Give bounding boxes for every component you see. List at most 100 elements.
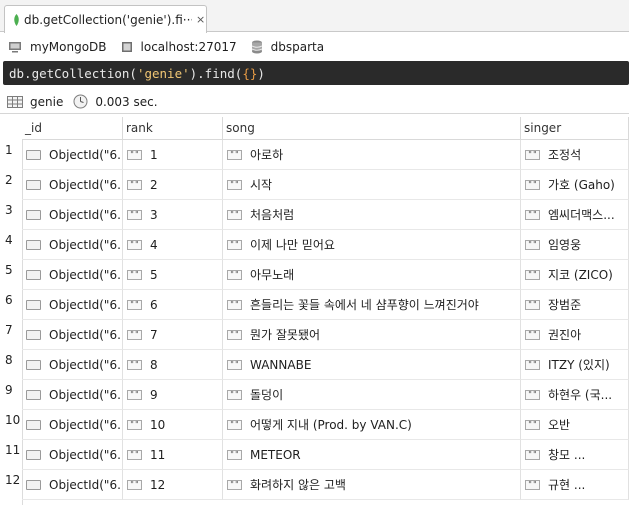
object-type-icon — [26, 479, 41, 490]
cell-song[interactable]: "" 어떻게 지내 (Prod. by VAN.C) — [223, 410, 521, 440]
cell-_id[interactable]: ObjectId("6... — [22, 350, 123, 380]
cell-singer[interactable]: "" ITZY (있지) — [521, 350, 629, 380]
cell-value: ObjectId("6... — [49, 357, 123, 372]
cell-singer[interactable]: "" 지코 (ZICO) — [521, 260, 629, 290]
cell-rank[interactable]: "" 10 — [123, 410, 223, 440]
result-time: 0.003 sec. — [73, 94, 158, 109]
cell-rank[interactable]: "" 9 — [123, 380, 223, 410]
object-type-icon — [26, 269, 41, 280]
row-number: 9 — [5, 383, 13, 397]
string-type-icon: "" — [525, 209, 540, 220]
object-type-icon — [26, 449, 41, 460]
cell-singer[interactable]: "" 규현 ... — [521, 470, 629, 500]
cell-singer[interactable]: "" 권진아 — [521, 320, 629, 350]
cell-_id[interactable]: ObjectId("6... — [22, 290, 123, 320]
results-grid[interactable]: _id rank song singer 1 ObjectId("6... "" 1 "" 아로하… — [0, 117, 629, 505]
cell-song[interactable]: "" 돌덩이 — [223, 380, 521, 410]
cell-singer[interactable]: "" 창모 ... — [521, 440, 629, 470]
cell-_id[interactable]: ObjectId("6... — [22, 410, 123, 440]
object-type-icon — [26, 299, 41, 310]
object-type-icon — [26, 359, 41, 370]
cell-value: 가호 (Gaho) — [548, 178, 615, 192]
cell-song[interactable]: "" 처음처럼 — [223, 200, 521, 230]
string-type-icon: "" — [525, 359, 540, 370]
cell-_id[interactable]: ObjectId("6... — [22, 380, 123, 410]
string-type-icon: "" — [127, 329, 142, 340]
cell-_id[interactable]: ObjectId("6... — [22, 470, 123, 500]
cell-value: ObjectId("6... — [49, 477, 123, 492]
cell-value: 지코 (ZICO) — [548, 268, 613, 282]
string-type-icon: "" — [227, 149, 242, 160]
cell-value: 2 — [150, 177, 158, 192]
cell-value: 임영웅 — [548, 238, 582, 252]
cell-value: 7 — [150, 327, 158, 342]
header-rank[interactable]: rank — [123, 117, 223, 140]
cell-_id[interactable]: ObjectId("6... — [22, 230, 123, 260]
cell-singer[interactable]: "" 오반 — [521, 410, 629, 440]
cell-value: ObjectId("6... — [49, 147, 123, 162]
cell-rank[interactable]: "" 6 — [123, 290, 223, 320]
cell-value: ObjectId("6... — [49, 447, 123, 462]
header-song[interactable]: song — [223, 117, 521, 140]
connection-host[interactable]: localhost:27017 — [121, 40, 237, 54]
connection-database[interactable]: dbsparta — [251, 40, 324, 54]
row-number: 3 — [5, 203, 13, 217]
close-icon[interactable]: × — [196, 13, 205, 26]
string-type-icon: "" — [227, 359, 242, 370]
cell-_id[interactable]: ObjectId("6... — [22, 170, 123, 200]
cell-value: 8 — [150, 357, 158, 372]
cell-value: 어떻게 지내 (Prod. by VAN.C) — [250, 418, 412, 432]
string-type-icon: "" — [127, 269, 142, 280]
cell-song[interactable]: "" 이제 나만 믿어요 — [223, 230, 521, 260]
cell-song[interactable]: "" 아로하 — [223, 140, 521, 170]
cell-rank[interactable]: "" 1 — [123, 140, 223, 170]
cell-rank[interactable]: "" 11 — [123, 440, 223, 470]
cell-singer[interactable]: "" 조정석 — [521, 140, 629, 170]
header-singer[interactable]: singer — [521, 117, 629, 140]
cell-rank[interactable]: "" 12 — [123, 470, 223, 500]
string-type-icon: "" — [227, 239, 242, 250]
cell-singer[interactable]: "" 하현우 (국... — [521, 380, 629, 410]
leaf-icon — [14, 13, 19, 26]
cell-song[interactable]: "" 시작 — [223, 170, 521, 200]
object-type-icon — [26, 329, 41, 340]
cell-rank[interactable]: "" 2 — [123, 170, 223, 200]
cell-rank[interactable]: "" 3 — [123, 200, 223, 230]
string-type-icon: "" — [227, 179, 242, 190]
string-type-icon: "" — [525, 479, 540, 490]
cell-singer[interactable]: "" 엠씨더맥스... — [521, 200, 629, 230]
query-prefix: db.getCollection( — [9, 65, 137, 81]
connection-name[interactable]: myMongoDB — [8, 40, 107, 54]
object-type-icon — [26, 389, 41, 400]
header-id[interactable]: _id — [22, 117, 123, 140]
cell-song[interactable]: "" 뭔가 잘못됐어 — [223, 320, 521, 350]
cell-value: 12 — [150, 477, 166, 492]
cell-singer[interactable]: "" 장범준 — [521, 290, 629, 320]
cell-rank[interactable]: "" 4 — [123, 230, 223, 260]
cell-_id[interactable]: ObjectId("6... — [22, 140, 123, 170]
table-icon — [7, 95, 23, 108]
row-number: 5 — [5, 263, 13, 277]
cell-rank[interactable]: "" 8 — [123, 350, 223, 380]
string-type-icon: "" — [525, 389, 540, 400]
string-type-icon: "" — [127, 389, 142, 400]
string-type-icon: "" — [525, 299, 540, 310]
string-type-icon: "" — [227, 479, 242, 490]
cell-song[interactable]: "" METEOR — [223, 440, 521, 470]
cell-_id[interactable]: ObjectId("6... — [22, 260, 123, 290]
cell-rank[interactable]: "" 7 — [123, 320, 223, 350]
row-number: 7 — [5, 323, 13, 337]
cell-song[interactable]: "" 화려하지 않은 고백 — [223, 470, 521, 500]
cell-_id[interactable]: ObjectId("6... — [22, 440, 123, 470]
cell-_id[interactable]: ObjectId("6... — [22, 200, 123, 230]
cell-song[interactable]: "" 아무노래 — [223, 260, 521, 290]
cell-singer[interactable]: "" 임영웅 — [521, 230, 629, 260]
cell-rank[interactable]: "" 5 — [123, 260, 223, 290]
string-type-icon: "" — [525, 179, 540, 190]
cell-song[interactable]: "" WANNABE — [223, 350, 521, 380]
cell-_id[interactable]: ObjectId("6... — [22, 320, 123, 350]
query-editor[interactable]: db.getCollection('genie').find({}) — [3, 61, 629, 85]
query-tab[interactable]: db.getCollection('genie').fi··· × — [4, 5, 207, 33]
cell-singer[interactable]: "" 가호 (Gaho) — [521, 170, 629, 200]
cell-song[interactable]: "" 흔들리는 꽃들 속에서 네 샴푸향이 느껴진거야 — [223, 290, 521, 320]
